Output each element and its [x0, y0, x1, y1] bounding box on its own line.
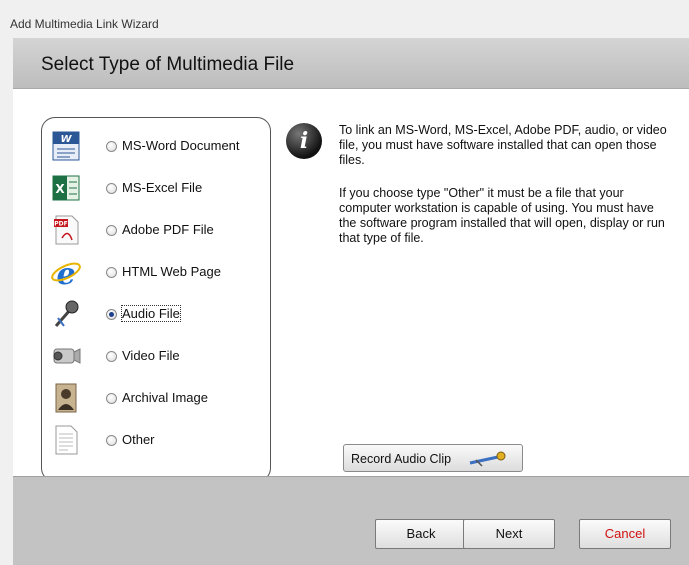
info-icon: i — [286, 123, 322, 159]
wizard-footer: Back Next Cancel — [13, 476, 689, 565]
option-label-ms-word: MS-Word Document — [122, 138, 240, 153]
radio-ms-word[interactable] — [106, 141, 117, 152]
option-audio-file[interactable]: Audio File — [42, 294, 270, 334]
video-camera-icon — [53, 348, 81, 364]
option-other[interactable]: Other — [42, 420, 270, 460]
option-label-ms-excel: MS-Excel File — [122, 180, 203, 195]
radio-other[interactable] — [106, 435, 117, 446]
file-type-panel: W MS-Word Document X MS-Excel File PDF A… — [41, 117, 271, 482]
next-button[interactable]: Next — [463, 519, 555, 549]
option-label-video-file: Video File — [122, 348, 180, 363]
info-paragraph-2: If you choose type "Other" it must be a … — [339, 186, 665, 245]
option-video-file[interactable]: Video File — [42, 336, 270, 376]
radio-html-web-page[interactable] — [106, 267, 117, 278]
option-label-html-web-page: HTML Web Page — [122, 264, 221, 279]
radio-adobe-pdf[interactable] — [106, 225, 117, 236]
svg-text:e: e — [56, 257, 75, 288]
record-audio-clip-label: Record Audio Clip — [351, 452, 452, 466]
option-label-archival-image: Archival Image — [122, 390, 208, 405]
svg-text:W: W — [60, 134, 72, 145]
info-text: To link an MS-Word, MS-Excel, Adobe PDF,… — [339, 123, 669, 264]
option-ms-word[interactable]: W MS-Word Document — [42, 126, 270, 166]
wizard-content: W MS-Word Document X MS-Excel File PDF A… — [13, 89, 689, 482]
wizard-header: Select Type of Multimedia File — [13, 38, 689, 89]
radio-ms-excel[interactable] — [106, 183, 117, 194]
archival-photo-icon — [55, 383, 77, 413]
option-label-adobe-pdf: Adobe PDF File — [122, 222, 214, 237]
info-paragraph-1: To link an MS-Word, MS-Excel, Adobe PDF,… — [339, 123, 667, 167]
web-page-icon: e — [51, 257, 81, 288]
option-archival-image[interactable]: Archival Image — [42, 378, 270, 418]
radio-archival-image[interactable] — [106, 393, 117, 404]
option-html-web-page[interactable]: e HTML Web Page — [42, 252, 270, 292]
option-adobe-pdf[interactable]: PDF Adobe PDF File — [42, 210, 270, 250]
page-title: Select Type of Multimedia File — [41, 54, 295, 75]
excel-file-icon: X — [52, 175, 80, 201]
svg-text:PDF: PDF — [54, 221, 67, 228]
back-button[interactable]: Back — [375, 519, 467, 549]
window-title: Add Multimedia Link Wizard — [10, 17, 159, 31]
svg-text:X: X — [55, 182, 65, 196]
document-icon — [55, 425, 78, 455]
option-ms-excel[interactable]: X MS-Excel File — [42, 168, 270, 208]
record-audio-clip-button[interactable]: Record Audio Clip — [343, 444, 523, 472]
word-document-icon: W — [52, 131, 80, 161]
window-titlebar: Add Multimedia Link Wizard — [0, 0, 689, 38]
microphone-icon — [54, 300, 79, 327]
microphone-icon — [469, 451, 506, 467]
radio-video-file[interactable] — [106, 351, 117, 362]
cancel-button[interactable]: Cancel — [579, 519, 671, 549]
option-label-other: Other — [122, 432, 155, 447]
radio-audio-file[interactable] — [106, 309, 117, 320]
option-label-audio-file: Audio File — [121, 305, 181, 322]
pdf-file-icon: PDF — [54, 215, 79, 245]
